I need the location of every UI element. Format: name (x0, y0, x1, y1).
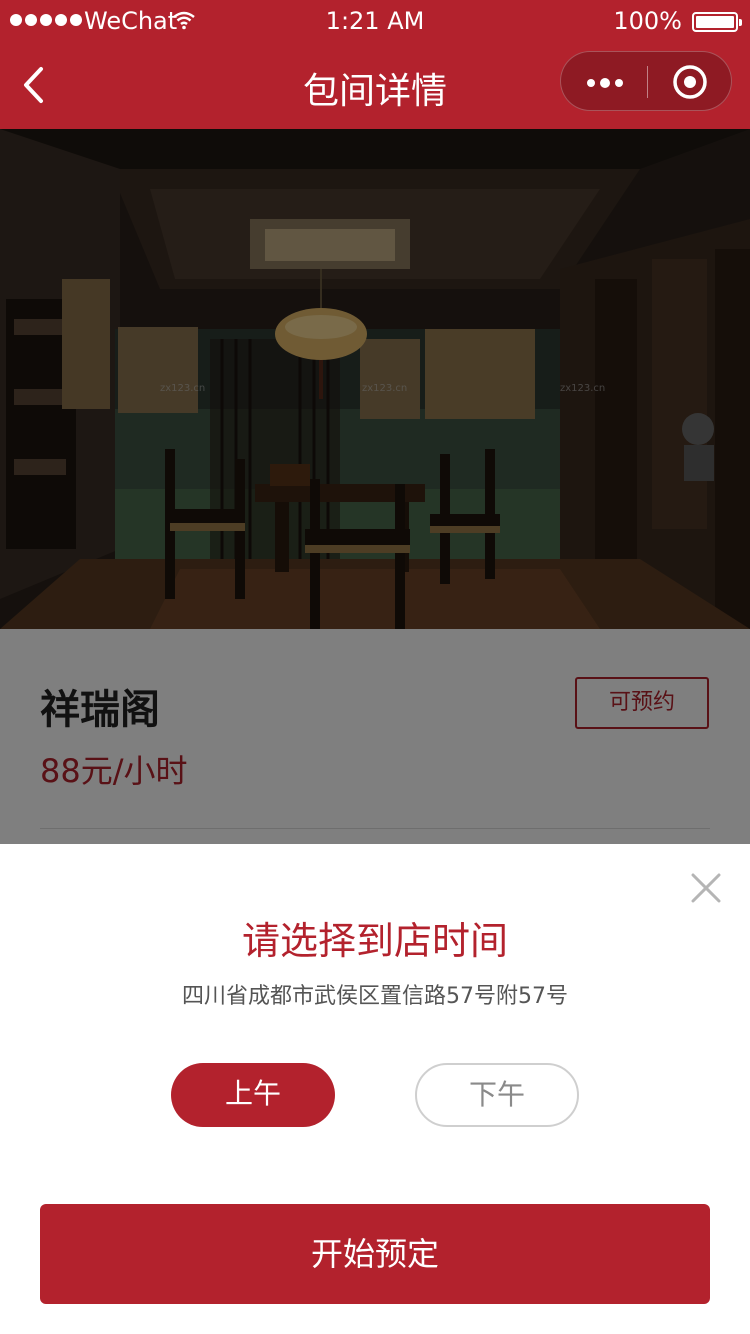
start-booking-button[interactable]: 开始预定 (40, 1204, 710, 1304)
miniprogram-capsule (560, 51, 732, 111)
modal-overlay[interactable] (0, 129, 750, 844)
nav-bar: 包间详情 (0, 42, 750, 129)
time-picker-sheet: 请选择到店时间 四川省成都市武侯区置信路57号附57号 上午 下午 开始预定 (0, 844, 750, 1334)
slot-afternoon-button[interactable]: 下午 (415, 1063, 579, 1127)
more-dots-icon[interactable] (561, 52, 647, 112)
battery-percent: 100% (613, 7, 682, 35)
target-icon[interactable] (648, 52, 733, 112)
store-address: 四川省成都市武侯区置信路57号附57号 (182, 984, 568, 1009)
top-bar: WeChat 1:21 AM 100% 包间详情 (0, 0, 750, 129)
status-bar: WeChat 1:21 AM 100% (0, 0, 750, 42)
slot-morning-button[interactable]: 上午 (171, 1063, 335, 1127)
close-icon[interactable] (688, 870, 724, 906)
battery-icon (692, 12, 742, 32)
sheet-title: 请选择到店时间 (241, 919, 508, 963)
